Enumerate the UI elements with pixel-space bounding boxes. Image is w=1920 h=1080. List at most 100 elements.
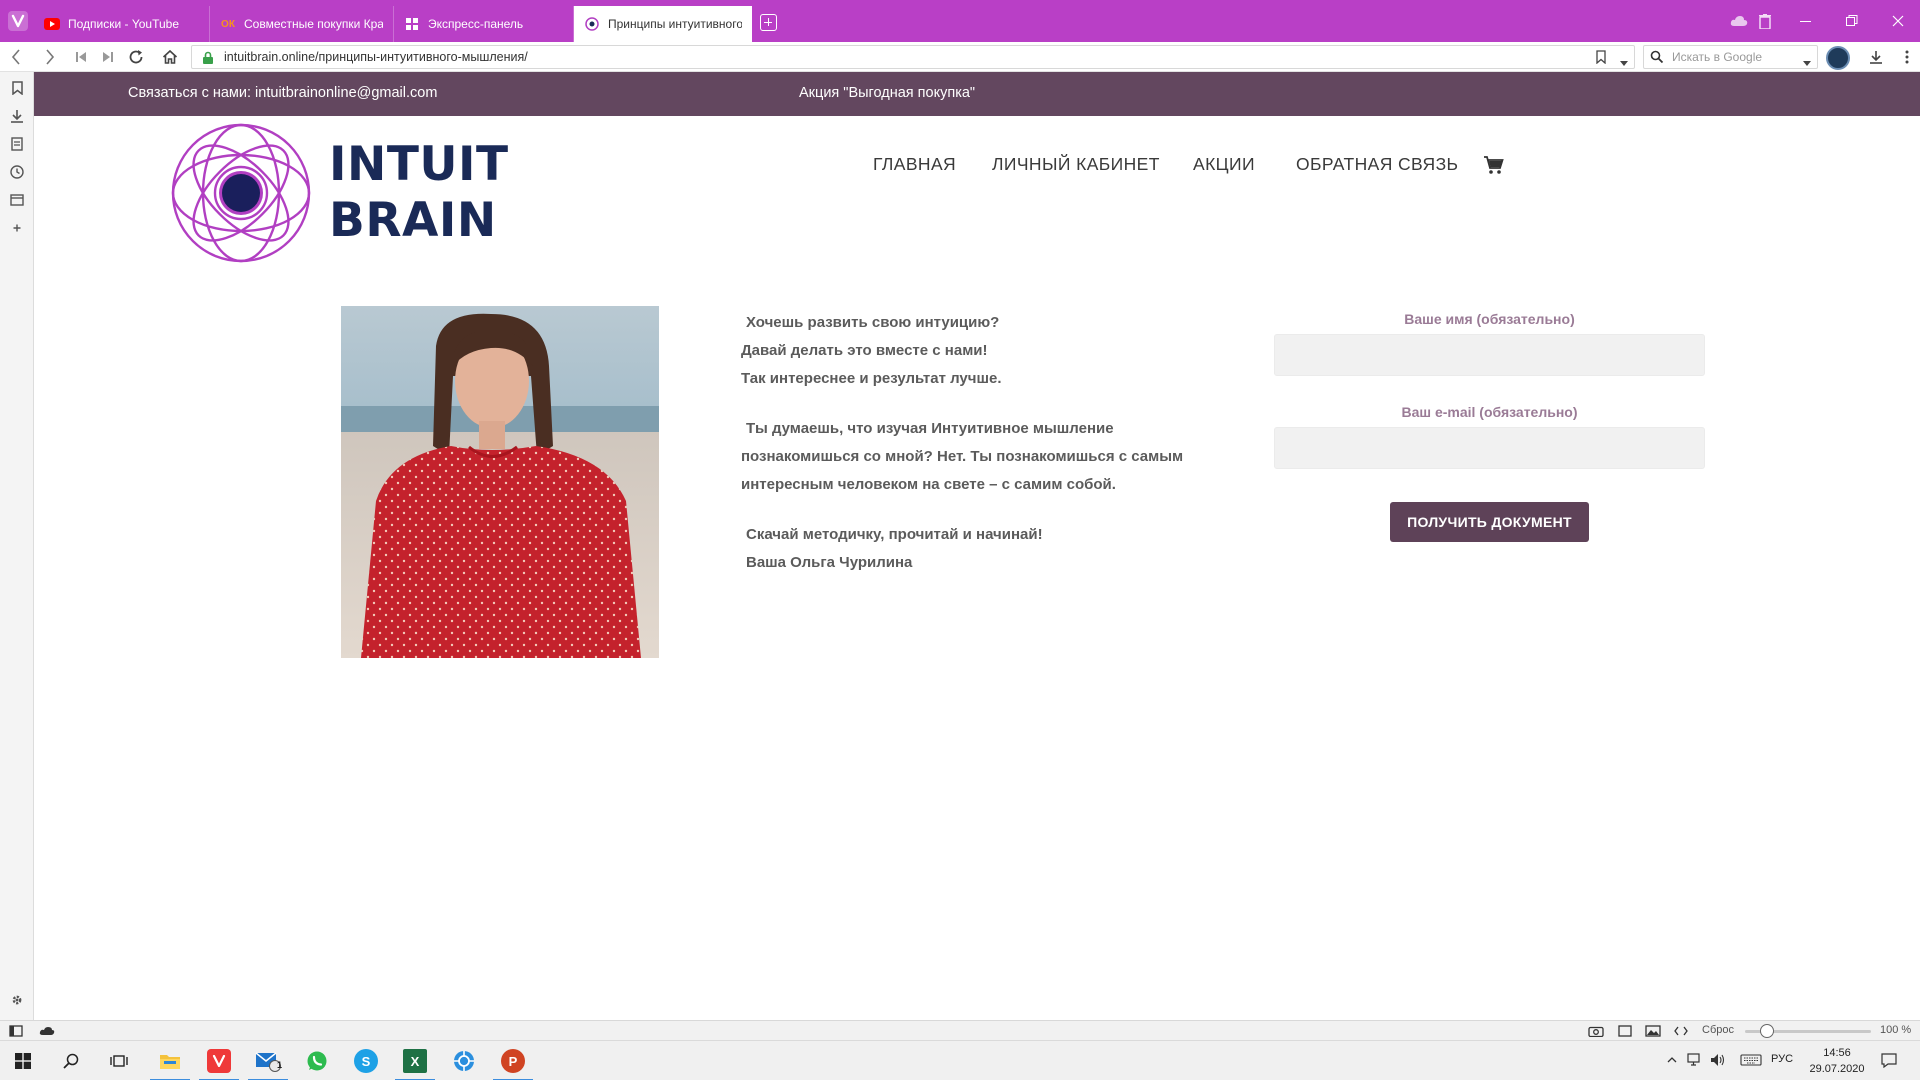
text-line: Давай делать это вместе с нами! [741,342,988,359]
paragraph-3: Скачай методичку, прочитай и начинай! Ва… [741,521,1221,577]
downloads-icon[interactable] [1864,45,1888,69]
settings-gear-icon[interactable] [7,990,27,1010]
address-toolbar: intuitbrain.online/принципы-интуитивного… [0,42,1920,72]
email-label: Ваш e-mail (обязательно) [1401,404,1578,420]
zoom-slider-handle[interactable] [1760,1024,1774,1038]
file-explorer-icon[interactable] [147,1041,193,1080]
nav-home[interactable]: ГЛАВНАЯ [873,154,956,175]
rewind-icon[interactable] [69,45,93,69]
bookmarks-icon[interactable] [7,78,27,98]
browser-tab-bar: Подписки - YouTube ОК Совместные покупки… [0,0,1920,42]
tab-speed-dial[interactable]: Экспресс-панель [394,6,574,42]
zoom-reset-button[interactable]: Сброс [1702,1024,1734,1036]
screenshot-icon[interactable] [1588,1023,1604,1039]
get-document-button[interactable]: ПОЛУЧИТЬ ДОКУМЕНТ [1390,502,1589,542]
bookmark-page-icon[interactable] [1596,50,1606,69]
panel-toggle-icon[interactable] [8,1023,24,1039]
powerpoint-icon[interactable]: P [490,1041,536,1080]
history-icon[interactable] [7,162,27,182]
trash-icon[interactable] [1754,9,1776,33]
logo-line-2: BRAIN [329,193,497,248]
odnoklassniki-icon: ОК [221,18,235,30]
excel-icon[interactable]: X [392,1041,438,1080]
chevron-down-icon[interactable] [1803,54,1811,72]
close-icon[interactable] [1887,9,1909,33]
notes-icon[interactable] [7,134,27,154]
whatsapp-icon[interactable] [294,1041,340,1080]
email-field[interactable] [1274,427,1705,469]
back-icon[interactable] [4,45,28,69]
promo-link[interactable]: Акция "Выгодная покупка" [799,85,975,101]
page-actions-icon[interactable] [1673,1023,1689,1039]
intuitbrain-favicon [584,16,600,32]
paragraph-1: Хочешь развить свою интуицию? Давай дела… [741,309,1221,393]
text-line: Хочешь развить свою интуицию? [746,314,1000,331]
browser-side-panel [0,72,34,1020]
mail-badge: 1 [277,1060,283,1070]
more-menu-icon[interactable] [1895,45,1919,69]
site-top-bar: Связаться с нами: intuitbrainonline@gmai… [34,72,1920,116]
search-engine-field[interactable] [1643,45,1818,69]
search-icon [1650,50,1664,69]
text-line: интересным человеком на свете – с самим … [741,476,1116,493]
keyboard-icon[interactable] [1738,1051,1764,1069]
nav-promotions[interactable]: АКЦИИ [1193,154,1255,175]
chevron-down-icon[interactable] [1620,54,1628,72]
input-language[interactable]: РУС [1771,1053,1793,1065]
tab-label: Совместные покупки Крас [244,17,383,31]
url-text: intuitbrain.online/принципы-интуитивного… [224,50,528,64]
profile-avatar[interactable] [1826,46,1850,70]
author-photo [341,306,659,658]
site-logo-text[interactable]: INTUIT BRAIN [329,137,509,249]
zoom-level: 100 % [1880,1024,1912,1036]
contact-email[interactable]: Связаться с нами: intuitbrainonline@gmai… [128,85,437,101]
windows-taskbar: 1 S X P РУС 14:56 29.07.2020 [0,1040,1920,1080]
vivaldi-icon[interactable] [196,1041,242,1080]
cart-icon[interactable] [1483,154,1505,176]
name-label: Ваше имя (обязательно) [1404,311,1575,327]
tab-odnoklassniki[interactable]: ОК Совместные покупки Крас [210,6,394,42]
tab-label: Подписки - YouTube [68,17,180,31]
tab-label: Экспресс-панель [428,17,524,31]
app-icon[interactable] [441,1041,487,1080]
name-field[interactable] [1274,334,1705,376]
tab-youtube[interactable]: Подписки - YouTube [34,6,210,42]
search-icon[interactable] [48,1041,94,1080]
new-tab-button[interactable] [760,14,777,31]
window-panel-icon[interactable] [7,190,27,210]
task-view-icon[interactable] [96,1041,142,1080]
text-line: Так интереснее и результат лучше. [741,370,1002,387]
tray-overflow-icon[interactable] [1663,1051,1681,1069]
cloud-icon[interactable] [39,1023,55,1039]
image-toggle-icon[interactable] [1645,1023,1661,1039]
system-clock[interactable]: 14:56 29.07.2020 [1802,1045,1872,1077]
downloads-panel-icon[interactable] [7,106,27,126]
url-field[interactable]: intuitbrain.online/принципы-интуитивного… [191,45,1635,69]
minimize-icon[interactable] [1795,9,1817,33]
skype-icon[interactable]: S [343,1041,389,1080]
home-icon[interactable] [158,45,182,69]
cloud-sync-icon[interactable] [1728,9,1750,33]
nav-feedback[interactable]: ОБРАТНАЯ СВЯЗЬ [1296,154,1458,175]
tab-label: Принципы интуитивного [608,17,742,31]
windows-start-icon[interactable] [0,1041,46,1080]
intuitbrain-logo-icon[interactable] [170,122,312,264]
nav-personal-account[interactable]: ЛИЧНЫЙ КАБИНЕТ [992,154,1160,175]
reload-icon[interactable] [124,45,148,69]
fast-forward-icon[interactable] [96,45,120,69]
mail-icon[interactable]: 1 [245,1041,291,1080]
vivaldi-menu-icon[interactable] [8,11,28,31]
tiling-icon[interactable] [1617,1023,1633,1039]
forward-icon[interactable] [38,45,62,69]
volume-icon[interactable] [1709,1051,1727,1069]
paragraph-2: Ты думаешь, что изучая Интуитивное мышле… [741,415,1221,499]
speed-dial-icon [404,16,420,32]
network-icon[interactable] [1686,1051,1704,1069]
logo-line-1: INTUIT [329,137,509,192]
notifications-icon[interactable] [1880,1051,1898,1069]
search-input[interactable] [1672,49,1792,65]
tab-active-principles[interactable]: Принципы интуитивного [574,6,752,42]
text-line: Ваша Ольга Чурилина [746,554,913,571]
add-panel-icon[interactable] [7,218,27,238]
restore-icon[interactable] [1841,9,1863,33]
